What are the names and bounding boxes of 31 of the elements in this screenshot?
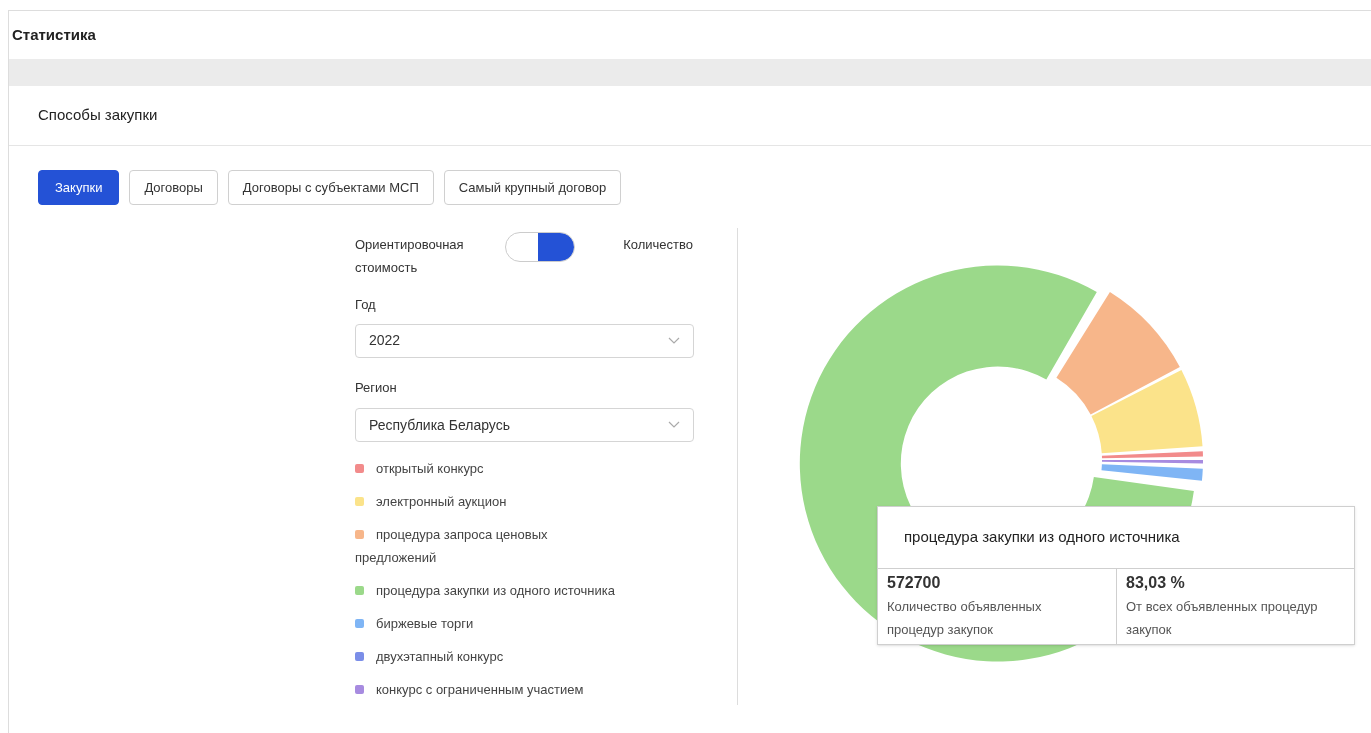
tab[interactable]: Договоры с субъектами МСП (227, 170, 434, 205)
field-label: Год (355, 296, 377, 314)
tab[interactable]: Закупки (38, 170, 120, 205)
legend-label[interactable]: процедура закупки из одного источника (355, 579, 623, 602)
field-label: Регион (355, 378, 398, 397)
chevron-down-icon (668, 421, 680, 429)
legend-label[interactable]: биржевые торги (355, 612, 623, 635)
chevron-down-icon (668, 336, 680, 345)
donut-slice[interactable] (1101, 464, 1203, 481)
donut-slice[interactable] (1056, 292, 1180, 415)
card-title: Способы закупки (38, 105, 158, 126)
stat-value: 83,03 % (1126, 573, 1186, 593)
stat-value: 572700 (887, 573, 942, 593)
toggle-label: Количество (623, 236, 693, 254)
stat-caption: Количество объявленных процедур закупок (887, 598, 1043, 639)
region-select[interactable]: Республика Беларусь (355, 408, 694, 442)
legend-label[interactable]: двухэтапный конкурс (355, 645, 623, 668)
tab[interactable]: Самый крупный договор (443, 170, 622, 205)
legend-label[interactable]: процедура запроса ценовых предложений (355, 523, 623, 569)
legend-label[interactable]: электронный аукцион (355, 490, 623, 513)
tooltip-title: процедура закупки из одного источника (904, 527, 1180, 548)
toggle-label: Ориентировочная стоимость (355, 236, 465, 277)
legend-label[interactable]: конкурс с ограниченным участием (355, 678, 623, 701)
donut-slice[interactable] (1091, 370, 1203, 454)
legend-label[interactable]: открытый конкурс (355, 457, 623, 480)
stat-caption: От всех объявленных процедур закупок (1126, 598, 1319, 639)
donut-slice[interactable] (1101, 451, 1203, 459)
page-title: Статистика (12, 24, 96, 45)
donut-slice[interactable] (1102, 460, 1203, 464)
tab[interactable]: Договоры (129, 170, 218, 205)
year-select[interactable]: 2022 (355, 323, 694, 358)
